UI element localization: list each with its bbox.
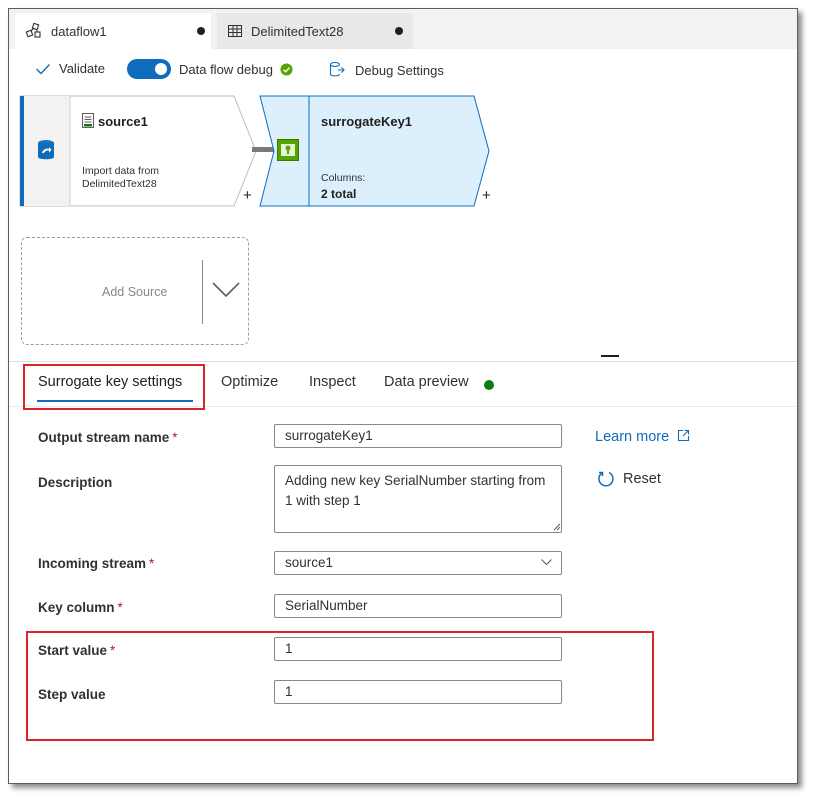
data-flow-debug-toggle[interactable]: Data flow debug bbox=[127, 59, 293, 79]
tab-label: DelimitedText28 bbox=[251, 23, 344, 39]
tab-dataflow1[interactable]: dataflow1 bbox=[15, 13, 211, 49]
checkmark-icon bbox=[35, 62, 51, 76]
debug-settings-button[interactable]: Debug Settings bbox=[329, 61, 444, 79]
add-source-divider bbox=[202, 260, 203, 324]
incoming-stream-value: source1 bbox=[285, 555, 334, 570]
reset-label: Reset bbox=[623, 471, 661, 487]
add-transform-button[interactable]: + bbox=[243, 187, 252, 204]
surrogate-key-icon bbox=[277, 139, 299, 161]
toggle-switch[interactable] bbox=[127, 59, 171, 79]
surrogate-key-node[interactable]: surrogateKey1 Columns: 2 total bbox=[259, 95, 499, 207]
output-stream-name-label: Output stream name * bbox=[38, 430, 178, 445]
refresh-icon bbox=[597, 470, 615, 488]
unsaved-dot-icon bbox=[395, 27, 403, 35]
reset-button[interactable]: Reset bbox=[597, 470, 661, 488]
source-database-icon bbox=[37, 139, 55, 161]
add-source-box[interactable]: Add Source bbox=[21, 237, 249, 345]
table-icon bbox=[227, 24, 243, 38]
columns-label: Columns: bbox=[321, 172, 366, 184]
status-ok-icon bbox=[280, 63, 293, 76]
resize-grip-icon bbox=[553, 523, 561, 531]
source-node-title: source1 bbox=[98, 114, 148, 129]
add-transform-button[interactable]: + bbox=[482, 187, 491, 204]
chevron-down-icon[interactable] bbox=[212, 282, 240, 298]
external-link-icon bbox=[677, 429, 690, 442]
description-textarea[interactable]: Adding new key SerialNumber starting fro… bbox=[274, 465, 562, 533]
app-window: dataflow1 DelimitedText28 Validate Data … bbox=[8, 8, 798, 784]
learn-more-link[interactable]: Learn more bbox=[595, 429, 690, 445]
tab-inspect[interactable]: Inspect bbox=[309, 374, 356, 390]
validate-label: Validate bbox=[59, 61, 106, 76]
dataflow-icon bbox=[25, 22, 43, 40]
toolbar: Validate Data flow debug Debug Settings bbox=[9, 49, 797, 93]
panel-resize-handle[interactable] bbox=[601, 355, 619, 357]
key-column-label: Key column * bbox=[38, 600, 123, 615]
incoming-stream-select[interactable]: source1 bbox=[274, 551, 562, 575]
key-column-input[interactable]: SerialNumber bbox=[274, 594, 562, 618]
unsaved-dot-icon bbox=[197, 27, 205, 35]
data-preview-status-dot bbox=[484, 380, 494, 390]
debug-label: Data flow debug bbox=[179, 61, 273, 77]
tab-delimitedtext28[interactable]: DelimitedText28 bbox=[217, 13, 413, 49]
validate-button[interactable]: Validate bbox=[35, 61, 105, 76]
highlight-box-tab bbox=[23, 364, 205, 410]
tab-optimize[interactable]: Optimize bbox=[221, 374, 278, 390]
debug-settings-label: Debug Settings bbox=[355, 62, 444, 78]
source-node-desc-line1: Import data from bbox=[82, 165, 160, 177]
description-label: Description bbox=[38, 475, 113, 490]
source-node-desc-line2: DelimitedText28 bbox=[82, 178, 157, 190]
highlight-box-values bbox=[26, 631, 654, 741]
debug-settings-icon bbox=[329, 61, 345, 79]
add-source-label: Add Source bbox=[102, 285, 168, 299]
tab-label: dataflow1 bbox=[51, 23, 107, 39]
output-stream-name-input[interactable]: surrogateKey1 bbox=[274, 424, 562, 448]
columns-value: 2 total bbox=[321, 187, 357, 201]
document-tab-bar: dataflow1 DelimitedText28 bbox=[9, 9, 797, 49]
incoming-stream-label: Incoming stream * bbox=[38, 556, 155, 571]
surrogate-node-title: surrogateKey1 bbox=[321, 114, 413, 129]
source-file-icon bbox=[82, 113, 94, 128]
chevron-down-icon bbox=[541, 558, 552, 566]
source-node[interactable]: source1 Import data from DelimitedText28 bbox=[19, 95, 259, 207]
tab-data-preview[interactable]: Data preview bbox=[384, 374, 469, 390]
dataflow-canvas[interactable]: source1 Import data from DelimitedText28… bbox=[9, 95, 797, 355]
